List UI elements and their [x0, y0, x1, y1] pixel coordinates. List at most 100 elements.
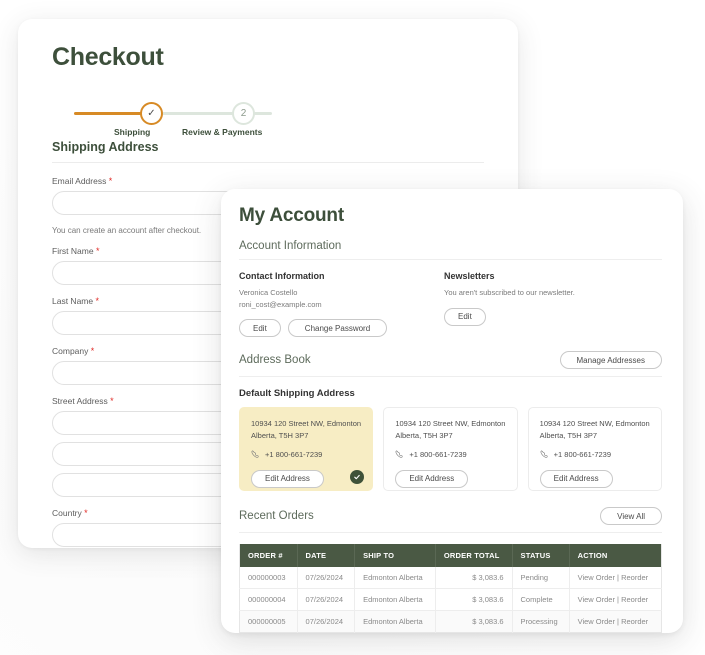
orders-table-body: 000000003 07/26/2024 Edmonton Alberta $ … — [239, 567, 662, 633]
orders-table-head: ORDER # DATE SHIP TO ORDER TOTAL STATUS … — [239, 544, 662, 568]
default-shipping-address-title: Default Shipping Address — [239, 388, 355, 400]
address-phone: +1 800-661-7239 — [409, 450, 467, 460]
check-icon — [354, 475, 361, 480]
company-label-text: Company — [52, 346, 89, 356]
account-information-heading: Account Information — [239, 240, 662, 260]
orders-header-row: ORDER # DATE SHIP TO ORDER TOTAL STATUS … — [239, 544, 662, 568]
address-edit-wrap: Edit Address — [539, 468, 652, 488]
recent-orders-heading: Recent Orders — [239, 510, 314, 523]
cell-order-total: $ 3,083.6 — [435, 567, 513, 590]
progress-step-shipping[interactable]: ✓ — [140, 102, 163, 125]
address-phone-row: +1 800-661-7239 — [540, 450, 652, 459]
check-icon: ✓ — [147, 108, 156, 119]
phone-icon — [395, 450, 403, 458]
newsletters-heading: Newsletters — [444, 271, 495, 281]
required-marker: * — [84, 508, 88, 518]
address-line-2: Alberta, T5H 3P7 — [395, 431, 453, 441]
cell-action[interactable]: View Order | Reorder — [569, 567, 662, 590]
progress-line-upcoming-b — [254, 112, 272, 115]
address-book-heading: Address Book — [239, 354, 311, 367]
account-information-grid: Contact Information Veronica Costello ro… — [239, 271, 662, 338]
required-marker: * — [95, 246, 100, 256]
cell-order-total: $ 3,083.6 — [435, 610, 513, 633]
edit-address-button[interactable]: Edit Address — [395, 469, 469, 488]
status-badge: Complete — [512, 588, 570, 612]
col-status[interactable]: STATUS — [512, 544, 570, 568]
address-phone: +1 800-661-7239 — [553, 450, 611, 460]
address-card-2[interactable]: 10934 120 Street NW, Edmonton Alberta, T… — [383, 407, 518, 492]
required-marker: * — [90, 346, 95, 356]
address-edit-wrap: Edit Address — [251, 468, 363, 488]
address-card-3[interactable]: 10934 120 Street NW, Edmonton Alberta, T… — [527, 407, 662, 492]
progress-line-upcoming-a — [162, 112, 234, 115]
address-line-1: 10934 120 Street NW, Edmonton — [251, 419, 362, 429]
cell-ship-to: Edmonton Alberta — [354, 610, 436, 633]
manage-addresses-button[interactable]: Manage Addresses — [559, 351, 662, 370]
progress-line-completed — [74, 112, 142, 115]
edit-address-button[interactable]: Edit Address — [251, 469, 324, 488]
edit-newsletter-button[interactable]: Edit — [444, 307, 486, 326]
cell-action[interactable]: View Order | Reorder — [569, 610, 662, 633]
col-action[interactable]: ACTION — [569, 544, 662, 568]
col-order-number[interactable]: ORDER # — [239, 544, 298, 568]
cell-order-number: 000000003 — [239, 567, 298, 590]
cell-date: 07/26/2024 — [297, 567, 356, 590]
recent-orders-header: Recent Orders View All — [239, 507, 662, 534]
screen-canvas: Checkout ✓ 2 Shipping Review & Payments … — [0, 0, 705, 655]
table-row[interactable]: 000000003 07/26/2024 Edmonton Alberta $ … — [239, 567, 662, 590]
last-name-label-text: Last Name — [52, 296, 94, 306]
required-marker: * — [108, 176, 113, 186]
progress-label-review-payments: Review & Payments — [182, 127, 263, 137]
contact-name: Veronica Costello — [239, 288, 298, 297]
recent-orders-section: Recent Orders View All ORDER # DATE SHIP… — [239, 507, 662, 633]
address-line-1: 10934 120 Street NW, Edmonton — [395, 419, 506, 429]
newsletter-status: You aren't subscribed to our newsletter. — [444, 288, 575, 297]
recent-orders-table: ORDER # DATE SHIP TO ORDER TOTAL STATUS … — [239, 544, 662, 633]
email-address-label: Email Address * — [52, 176, 484, 186]
cell-action[interactable]: View Order | Reorder — [569, 588, 662, 612]
newsletters-block: Newsletters You aren't subscribed to our… — [444, 271, 662, 337]
status-badge: Processing — [512, 610, 570, 633]
address-line-2: Alberta, T5H 3P7 — [251, 431, 309, 441]
country-label-text: Country — [52, 508, 82, 518]
edit-contact-button[interactable]: Edit — [239, 319, 281, 338]
contact-information-block: Contact Information Veronica Costello ro… — [239, 271, 444, 338]
edit-address-button[interactable]: Edit Address — [539, 469, 613, 488]
col-order-total[interactable]: ORDER TOTAL — [435, 544, 513, 568]
checkout-progress-bar: ✓ 2 Shipping Review & Payments — [74, 94, 274, 140]
col-ship-to[interactable]: SHIP TO — [354, 544, 436, 568]
progress-label-shipping: Shipping — [114, 127, 151, 137]
my-account-card: My Account Account Information Contact I… — [221, 189, 683, 633]
cell-date: 07/26/2024 — [297, 588, 356, 612]
table-row[interactable]: 000000005 07/26/2024 Edmonton Alberta $ … — [239, 610, 662, 633]
contact-information-heading: Contact Information — [239, 271, 325, 281]
address-edit-wrap: Edit Address — [395, 468, 507, 488]
account-title: My Account — [239, 205, 344, 226]
view-all-orders-button[interactable]: View All — [600, 507, 662, 526]
address-line-1: 10934 120 Street NW, Edmonton — [539, 419, 650, 429]
contact-email: roni_cost@example.com — [239, 299, 322, 309]
address-card-list: 10934 120 Street NW, Edmonton Alberta, T… — [239, 407, 662, 492]
contact-actions: Edit Change Password — [239, 319, 444, 338]
step-number: 2 — [240, 108, 247, 119]
address-card-default[interactable]: 10934 120 Street NW, Edmonton Alberta, T… — [239, 407, 374, 492]
col-date[interactable]: DATE — [297, 544, 356, 568]
address-phone: +1 800-661-7239 — [265, 450, 323, 460]
address-phone-row: +1 800-661-7239 — [395, 450, 507, 459]
cell-order-number: 000000004 — [239, 588, 298, 612]
cell-ship-to: Edmonton Alberta — [354, 567, 436, 590]
change-password-button[interactable]: Change Password — [287, 319, 388, 338]
cell-date: 07/26/2024 — [297, 610, 356, 633]
required-marker: * — [110, 396, 114, 406]
address-phone-row: +1 800-661-7239 — [251, 450, 363, 459]
table-row[interactable]: 000000004 07/26/2024 Edmonton Alberta $ … — [239, 588, 662, 612]
first-name-label-text: First Name — [52, 246, 94, 256]
phone-icon — [251, 450, 259, 458]
newsletter-actions: Edit — [444, 307, 662, 326]
cell-order-number: 000000005 — [239, 610, 298, 633]
address-book-header: Address Book Manage Addresses — [239, 351, 662, 378]
cell-ship-to: Edmonton Alberta — [354, 588, 436, 612]
progress-step-review-payments[interactable]: 2 — [232, 102, 255, 125]
required-marker: * — [95, 296, 99, 306]
address-line-2: Alberta, T5H 3P7 — [539, 431, 598, 441]
